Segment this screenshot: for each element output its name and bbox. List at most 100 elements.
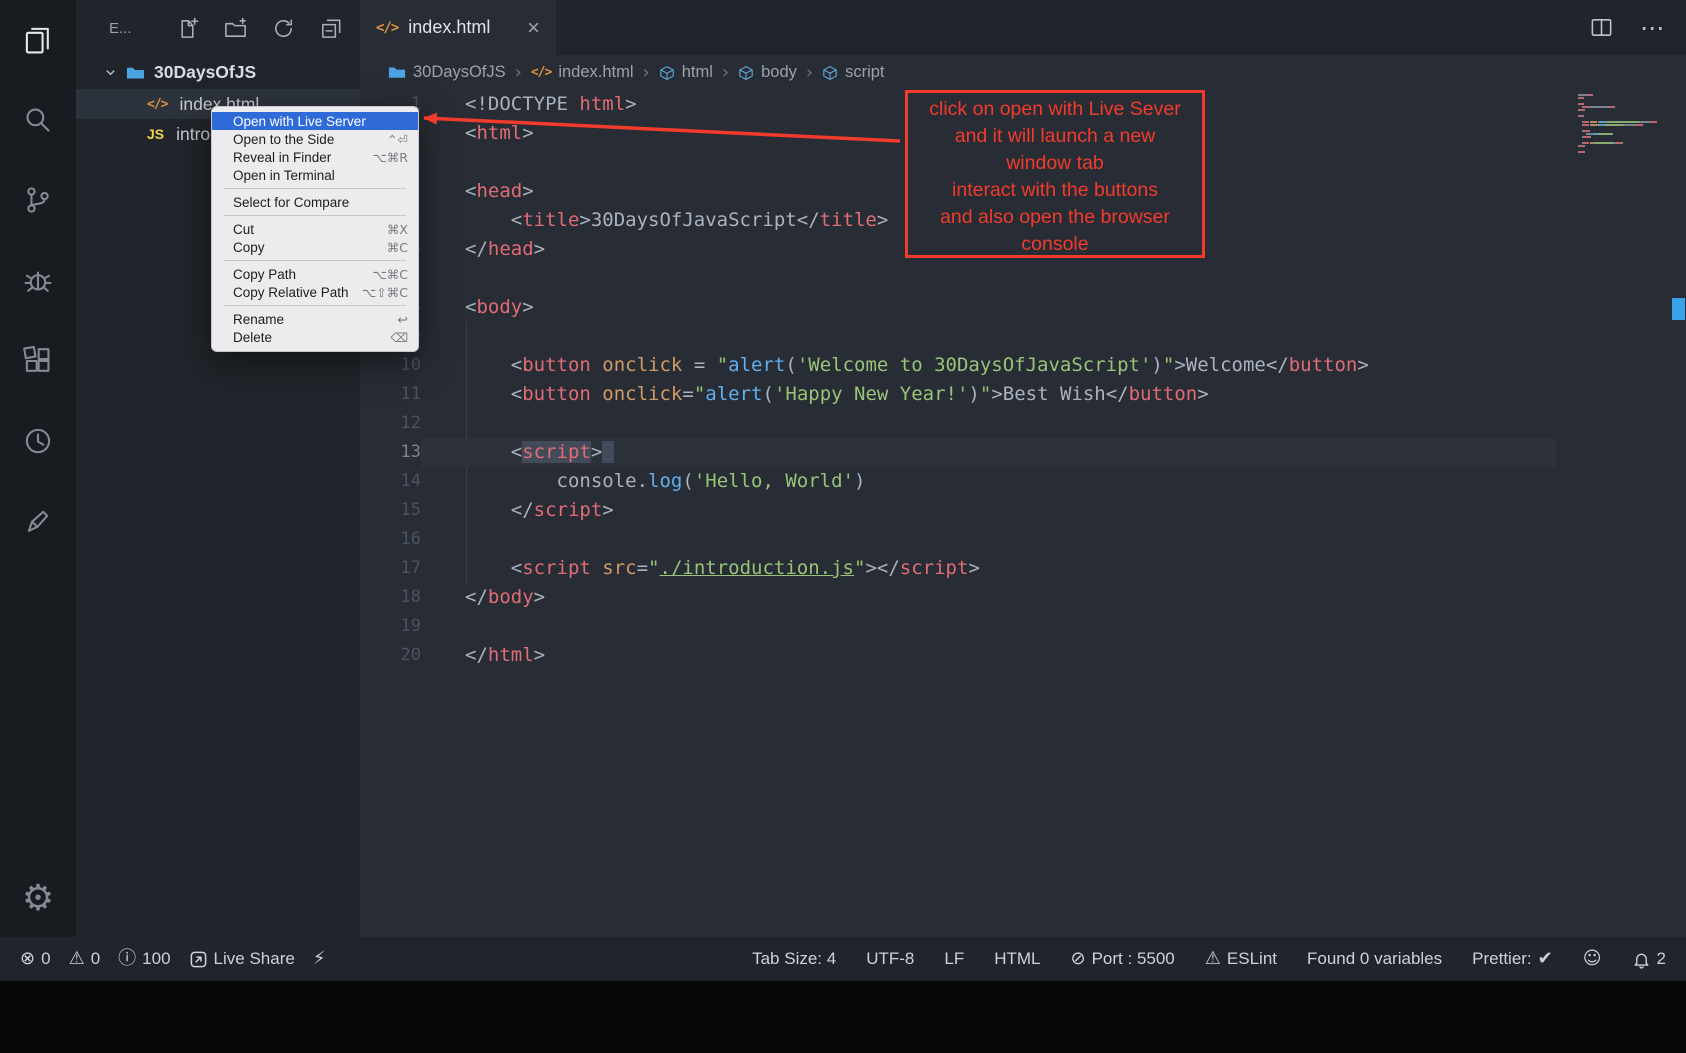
menu-item-copy-path[interactable]: Copy Path⌥⌘C: [212, 265, 418, 283]
annotation-line: window tab: [908, 150, 1202, 177]
activity-item-edit-session[interactable]: [13, 496, 63, 546]
activity-item-source-control[interactable]: [13, 175, 63, 225]
breadcrumb-script[interactable]: script: [822, 63, 884, 82]
status-smiley[interactable]: ☺: [1583, 950, 1602, 968]
status-tab-size-4[interactable]: Tab Size: 4: [752, 949, 836, 969]
code-line-10[interactable]: 10 <button onclick = "alert('Welcome to …: [360, 351, 1686, 380]
code-text: <button onclick="alert('Happy New Year!'…: [421, 380, 1556, 409]
code-line-17[interactable]: 17 <script src="./introduction.js"></scr…: [360, 554, 1686, 583]
annotation-line: and also open the browser: [908, 204, 1202, 231]
new-file-button[interactable]: [175, 16, 200, 41]
code-line-19[interactable]: 19: [360, 612, 1686, 641]
menu-item-label: Rename: [233, 312, 398, 327]
editor-actions: ⋯: [1589, 0, 1686, 55]
code-line-7[interactable]: 7: [360, 264, 1686, 293]
menu-item-select-for-compare[interactable]: Select for Compare: [212, 193, 418, 211]
activity-item-settings[interactable]: ⚙: [13, 874, 63, 924]
status-html[interactable]: HTML: [994, 949, 1040, 969]
menu-item-shortcut: ⌘C: [387, 240, 408, 255]
collapse-all-button[interactable]: [319, 16, 344, 41]
breadcrumb-body[interactable]: body: [738, 63, 797, 82]
menu-item-open-with-live-server[interactable]: Open with Live Server: [212, 112, 418, 130]
menu-item-shortcut: ↩: [398, 312, 408, 327]
vscode-window: ⚙ E... 30DaysOfJS </>index.htmlJSintrodu…: [0, 0, 1686, 1053]
close-tab-icon[interactable]: ×: [527, 17, 540, 39]
check-icon: ✔: [1538, 950, 1553, 968]
status-found-0-variables[interactable]: Found 0 variables: [1307, 949, 1442, 969]
code-text: <body>: [421, 293, 1556, 322]
more-actions-icon[interactable]: ⋯: [1640, 14, 1664, 42]
folder-row-30daysofjs[interactable]: 30DaysOfJS: [76, 56, 360, 89]
code-line-16[interactable]: 16: [360, 525, 1686, 554]
code-line-13[interactable]: 13 <script>: [360, 438, 1686, 467]
error-icon: ⊗: [20, 950, 35, 968]
menu-item-open-to-the-side[interactable]: Open to the Side⌃⏎: [212, 130, 418, 148]
code-line-9[interactable]: 9: [360, 322, 1686, 351]
breadcrumb-index-html[interactable]: </>index.html: [531, 63, 634, 82]
menu-separator: [224, 188, 406, 189]
menu-item-label: Open to the Side: [233, 132, 387, 147]
status-zap[interactable]: ⚡: [313, 950, 326, 968]
menu-item-label: Copy Path: [233, 267, 372, 282]
code-line-12[interactable]: 12: [360, 409, 1686, 438]
activity-item-explorer[interactable]: [13, 15, 63, 65]
breadcrumb-html[interactable]: html: [659, 63, 713, 82]
status-info-100[interactable]: ⓘ100: [118, 949, 170, 969]
code-text: [421, 409, 1556, 438]
status-label: ESLint: [1227, 949, 1277, 969]
code-line-11[interactable]: 11 <button onclick="alert('Happy New Yea…: [360, 380, 1686, 409]
minimap[interactable]: [1578, 94, 1670, 154]
activity-item-run-debug[interactable]: [13, 256, 63, 306]
status-label: HTML: [994, 949, 1040, 969]
refresh-button[interactable]: [271, 16, 296, 41]
status-error-0[interactable]: ⊗0: [20, 949, 51, 969]
status-lf[interactable]: LF: [944, 949, 964, 969]
menu-item-shortcut: ⌥⌘C: [372, 267, 408, 282]
menu-item-copy-relative-path[interactable]: Copy Relative Path⌥⇧⌘C: [212, 283, 418, 301]
code-line-14[interactable]: 14 console.log('Hello, World'): [360, 467, 1686, 496]
menu-item-copy[interactable]: Copy⌘C: [212, 238, 418, 256]
code-line-20[interactable]: 20</html>: [360, 641, 1686, 670]
new-folder-button[interactable]: [223, 16, 248, 41]
line-number: 18: [360, 583, 421, 612]
status-port-port-5500[interactable]: ⊘Port : 5500: [1071, 949, 1175, 969]
activity-item-search[interactable]: [13, 95, 63, 145]
live-share-icon: [189, 950, 208, 969]
code-line-8[interactable]: 8<body>: [360, 293, 1686, 322]
menu-item-delete[interactable]: Delete⌫: [212, 328, 418, 346]
breadcrumb-30daysofjs[interactable]: 30DaysOfJS: [388, 63, 506, 82]
menu-item-rename[interactable]: Rename↩: [212, 310, 418, 328]
folder-label: 30DaysOfJS: [154, 62, 256, 83]
menu-item-open-in-terminal[interactable]: Open in Terminal: [212, 166, 418, 184]
status-bell-2[interactable]: 2: [1632, 949, 1666, 969]
status-prettier[interactable]: Prettier:✔: [1472, 949, 1553, 969]
breadcrumbs: 30DaysOfJS›</>index.html›html›body›scrip…: [360, 55, 1686, 90]
status-label: 0: [91, 949, 100, 969]
activity-item-extensions[interactable]: [13, 336, 63, 386]
breadcrumb-label: 30DaysOfJS: [413, 63, 506, 82]
code-line-15[interactable]: 15 </script>: [360, 496, 1686, 525]
activity-item-history[interactable]: [13, 416, 63, 466]
status-warning-0[interactable]: ⚠0: [69, 949, 101, 969]
files-icon: [21, 23, 55, 57]
menu-item-label: Copy Relative Path: [233, 285, 362, 300]
line-number: 13: [360, 438, 421, 467]
refresh-icon: [271, 16, 296, 41]
menu-item-cut[interactable]: Cut⌘X: [212, 220, 418, 238]
tab-index-html[interactable]: </> index.html ×: [360, 0, 556, 55]
code-line-18[interactable]: 18</body>: [360, 583, 1686, 612]
new-file-icon: [175, 16, 200, 41]
status-label: 0: [41, 949, 50, 969]
status-bar: ⊗0⚠0ⓘ100Live Share⚡ Tab Size: 4UTF-8LFHT…: [0, 937, 1686, 981]
line-number: 14: [360, 467, 421, 496]
explorer-header: E...: [76, 0, 360, 56]
status-warning-eslint[interactable]: ⚠ESLint: [1205, 949, 1277, 969]
status-utf-8[interactable]: UTF-8: [866, 949, 914, 969]
menu-item-label: Reveal in Finder: [233, 150, 372, 165]
split-editor-icon[interactable]: [1589, 15, 1614, 40]
line-number: 16: [360, 525, 421, 554]
explorer-title: E...: [109, 20, 132, 37]
menu-item-reveal-in-finder[interactable]: Reveal in Finder⌥⌘R: [212, 148, 418, 166]
status-live-share-live-share[interactable]: Live Share: [189, 949, 295, 969]
symbol-cube-icon: [659, 65, 675, 81]
